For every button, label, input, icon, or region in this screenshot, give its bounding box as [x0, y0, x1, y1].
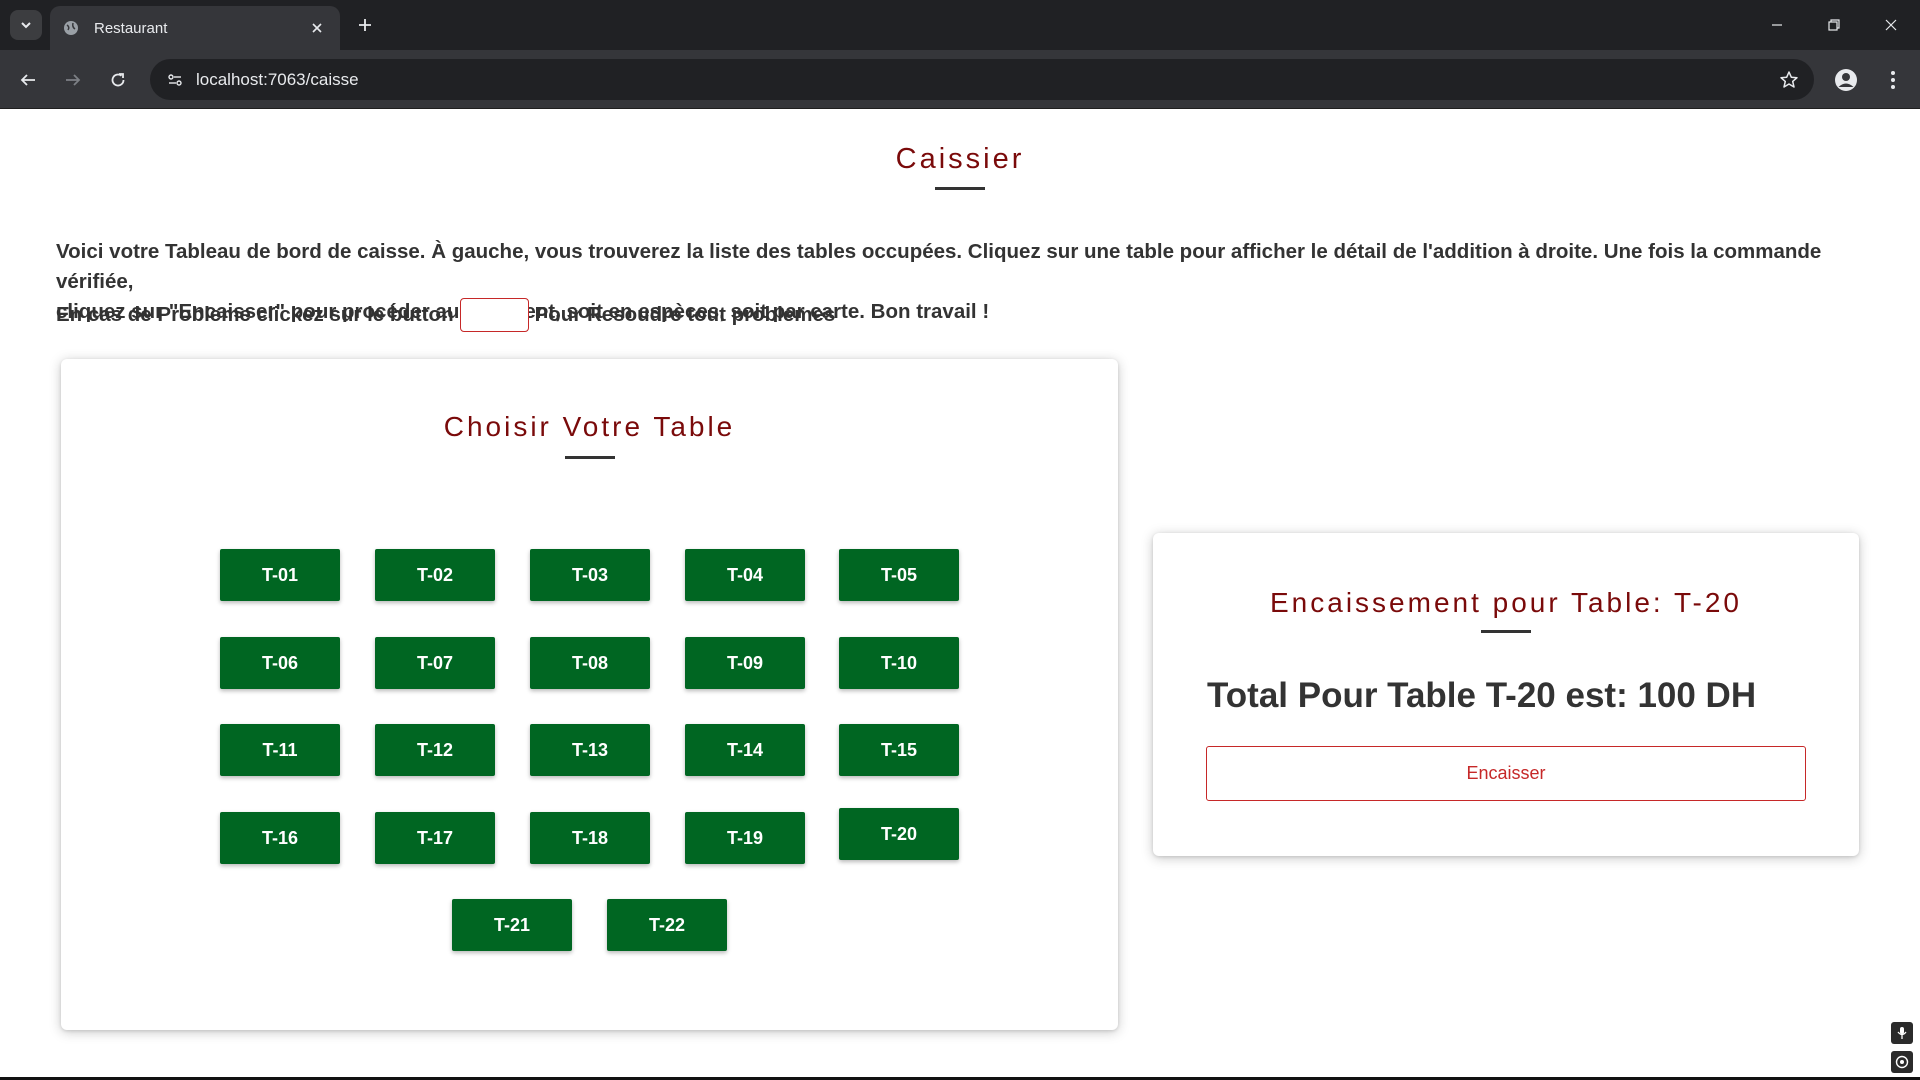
- profile-icon: [1835, 69, 1857, 91]
- payment-card-title: Encaissement pour Table: T-20: [1270, 587, 1742, 618]
- table-button-t-10[interactable]: T-10: [839, 637, 959, 689]
- table-button-t-06[interactable]: T-06: [220, 637, 340, 689]
- table-button-t-18[interactable]: T-18: [530, 812, 650, 864]
- settings-circle-icon[interactable]: [1891, 1051, 1913, 1073]
- table-button-t-08[interactable]: T-08: [530, 637, 650, 689]
- intro-line-1: Voici votre Tableau de bord de caisse. À…: [56, 240, 1822, 293]
- kebab-menu-icon: [1891, 71, 1895, 89]
- browser-tab[interactable]: Restaurant: [50, 6, 340, 50]
- address-bar[interactable]: localhost:7063/caisse: [150, 59, 1814, 100]
- minimize-button[interactable]: [1757, 8, 1797, 42]
- table-button-t-04[interactable]: T-04: [685, 549, 805, 601]
- table-button-t-12[interactable]: T-12: [375, 724, 495, 776]
- close-icon: [1885, 19, 1897, 31]
- encaisser-button[interactable]: Encaisser: [1206, 746, 1806, 801]
- reload-button[interactable]: [103, 65, 133, 95]
- table-button-t-01[interactable]: T-01: [220, 549, 340, 601]
- table-button-t-19[interactable]: T-19: [685, 812, 805, 864]
- site-info-icon[interactable]: [160, 65, 190, 95]
- tab-title: Restaurant: [94, 19, 168, 37]
- table-button-t-09[interactable]: T-09: [685, 637, 805, 689]
- url-text[interactable]: localhost:7063/caisse: [196, 70, 1772, 90]
- payment-title-underline: [1481, 630, 1531, 633]
- forward-button[interactable]: [58, 65, 88, 95]
- tables-title-underline: [565, 456, 615, 459]
- title-underline: [935, 187, 985, 190]
- table-button-t-22[interactable]: T-22: [607, 899, 727, 951]
- tab-search-button[interactable]: [10, 10, 42, 40]
- tables-card: Choisir Votre Table T-01 T-02 T-03 T-04 T-05…: [61, 359, 1118, 1030]
- restore-icon: [1828, 19, 1840, 31]
- total-text: Total Pour Table T-20 est: 100 DH: [1207, 676, 1757, 715]
- table-button-t-14[interactable]: T-14: [685, 724, 805, 776]
- bookmark-star-icon[interactable]: [1772, 63, 1806, 97]
- new-tab-button[interactable]: [352, 12, 378, 38]
- microphone-icon[interactable]: [1891, 1022, 1913, 1044]
- table-button-t-21[interactable]: T-21: [452, 899, 572, 951]
- table-button-t-02[interactable]: T-02: [375, 549, 495, 601]
- table-button-t-03[interactable]: T-03: [530, 549, 650, 601]
- arrow-left-icon: [20, 74, 35, 86]
- payment-card: Encaissement pour Table: T-20 Total Pour…: [1153, 533, 1859, 856]
- table-button-t-17[interactable]: T-17: [375, 812, 495, 864]
- reload-icon: [111, 73, 125, 87]
- arrow-right-icon: [66, 74, 81, 86]
- browser-tabbar: Restaurant: [0, 0, 1920, 50]
- help-button[interactable]: [459, 298, 529, 332]
- globe-icon: [62, 19, 80, 37]
- plus-icon: [359, 19, 371, 31]
- table-button-t-15[interactable]: T-15: [839, 724, 959, 776]
- table-button-t-20[interactable]: T-20: [839, 808, 959, 860]
- table-button-t-13[interactable]: T-13: [530, 724, 650, 776]
- close-window-button[interactable]: [1871, 8, 1911, 42]
- help-line: En cas de Probleme clickez sur le button…: [56, 298, 835, 332]
- page-content: Caissier Voici votre Tableau de bord de …: [0, 109, 1920, 1080]
- close-icon[interactable]: [306, 17, 328, 39]
- table-button-t-16[interactable]: T-16: [220, 812, 340, 864]
- help-text-after: Pour Resoudre tout problemes: [534, 303, 836, 326]
- back-button[interactable]: [13, 65, 43, 95]
- restore-button[interactable]: [1814, 8, 1854, 42]
- tables-card-title: Choisir Votre Table: [443, 411, 736, 442]
- profile-button[interactable]: [1831, 65, 1861, 95]
- page-title: Caissier: [895, 143, 1025, 175]
- table-button-t-05[interactable]: T-05: [839, 549, 959, 601]
- table-button-t-07[interactable]: T-07: [375, 637, 495, 689]
- chevron-down-icon: [21, 22, 31, 29]
- table-button-t-11[interactable]: T-11: [220, 724, 340, 776]
- browser-menu-button[interactable]: [1878, 65, 1908, 95]
- help-text-before: En cas de Probleme clickez sur le button: [56, 303, 454, 326]
- minimize-icon: [1772, 24, 1782, 26]
- browser-toolbar: localhost:7063/caisse: [0, 50, 1920, 109]
